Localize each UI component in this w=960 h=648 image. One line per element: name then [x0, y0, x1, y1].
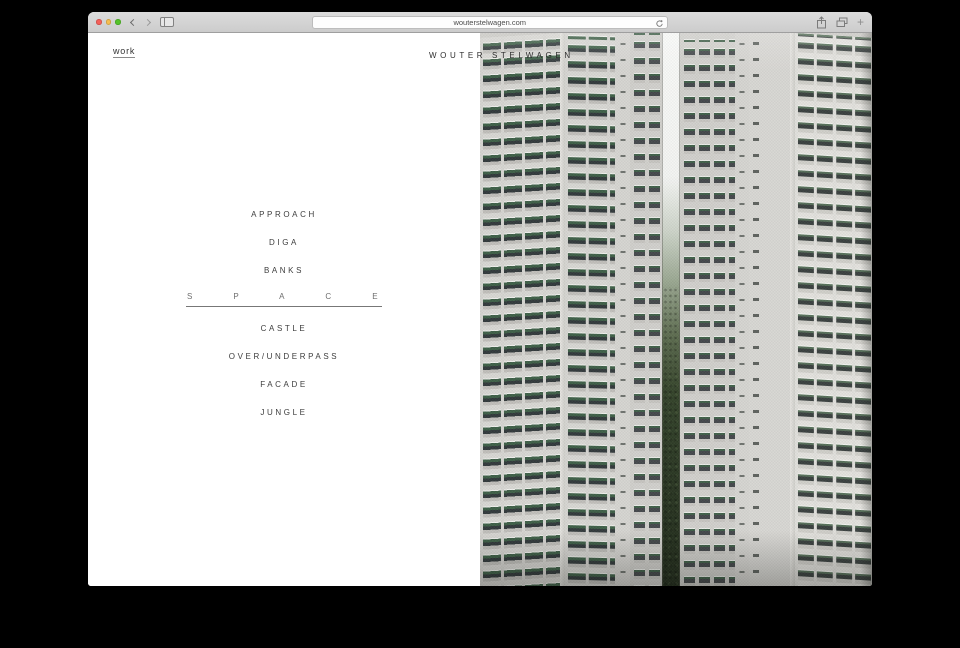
page-content: work WOUTER STELWAGEN APPROACH DIGA BANK…	[88, 33, 872, 586]
sidebar-icon[interactable]	[160, 17, 174, 27]
work-link[interactable]: work	[113, 46, 135, 58]
facade-left-pillar	[615, 33, 630, 586]
facade-right-pillar	[735, 33, 749, 586]
facade-left-front	[630, 33, 662, 586]
menu-item-jungle[interactable]: JUNGLE	[260, 398, 307, 426]
project-menu: APPROACH DIGA BANKS SPACE CASTLE OVER/UN…	[88, 200, 480, 426]
menu-item-approach[interactable]: APPROACH	[251, 200, 317, 228]
back-icon[interactable]	[129, 18, 136, 25]
minimize-button[interactable]	[106, 19, 112, 25]
traffic-lights	[96, 19, 121, 25]
tree-gap	[662, 33, 680, 586]
share-icon[interactable]	[816, 16, 827, 29]
menu-item-diga[interactable]: DIGA	[269, 228, 299, 256]
browser-toolbar: +	[88, 12, 872, 33]
menu-item-facade[interactable]: FACADE	[260, 370, 308, 398]
new-tab-icon[interactable]: +	[857, 17, 864, 27]
site-title[interactable]: WOUTER STELWAGEN	[429, 51, 574, 60]
facade-left-inner	[565, 33, 615, 586]
menu-item-castle[interactable]: CASTLE	[261, 314, 308, 342]
hero-photo	[480, 33, 872, 586]
menu-item-banks[interactable]: BANKS	[264, 256, 304, 284]
facade-right-wall	[749, 33, 790, 586]
menu-item-space[interactable]: SPACE	[186, 292, 382, 307]
forward-icon[interactable]	[143, 18, 150, 25]
browser-window: + work WOUTER STELWAGEN APPROACH DIGA BA…	[88, 12, 872, 586]
nav-buttons	[131, 20, 150, 25]
toolbar-right-buttons: +	[816, 16, 864, 29]
url-input[interactable]	[313, 18, 667, 27]
maximize-button[interactable]	[115, 19, 121, 25]
tab-overview-icon[interactable]	[836, 17, 848, 28]
close-button[interactable]	[96, 19, 102, 25]
facade-left-wing	[480, 33, 560, 586]
facade-right-wing	[795, 33, 872, 586]
menu-item-over-underpass[interactable]: OVER/UNDERPASS	[229, 342, 340, 370]
address-bar[interactable]	[312, 16, 668, 29]
facade-right-front	[680, 33, 735, 586]
reload-icon[interactable]	[655, 19, 664, 28]
